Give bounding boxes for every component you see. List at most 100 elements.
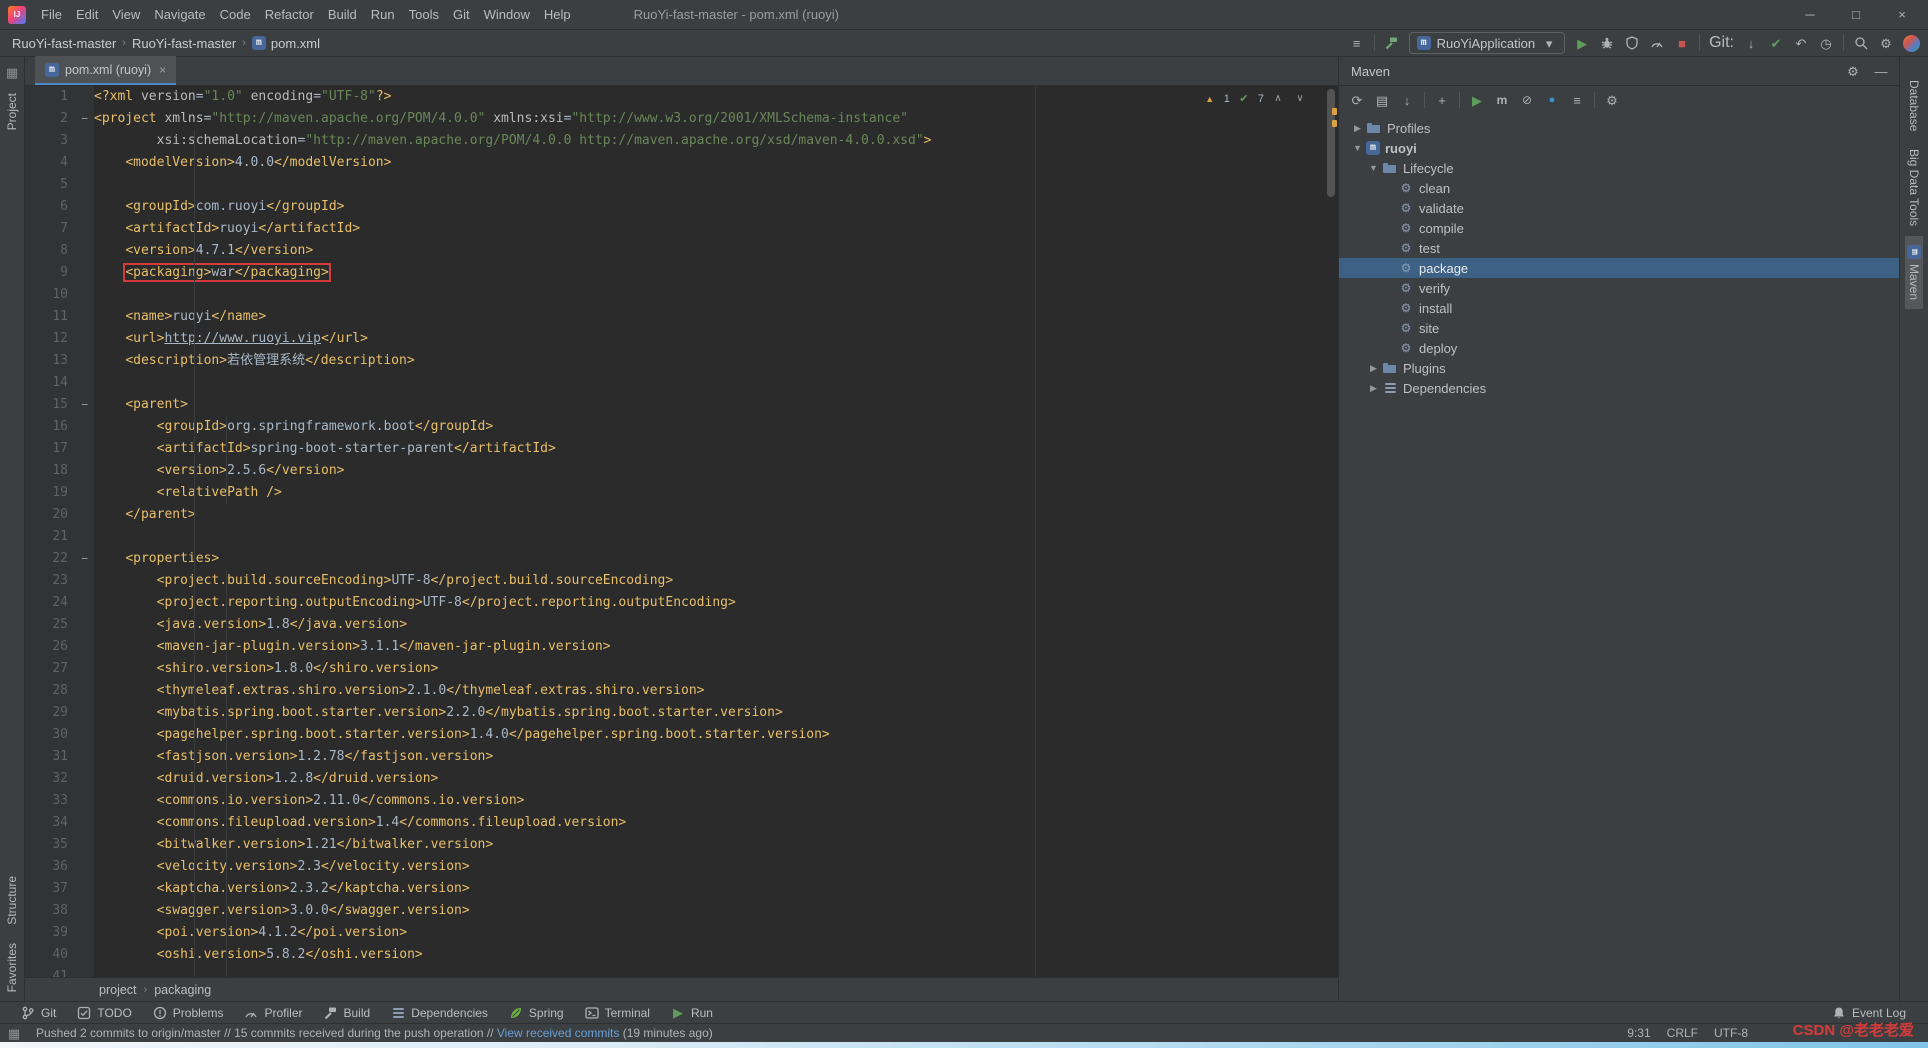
next-problem-icon[interactable]: ∨ xyxy=(1292,91,1308,107)
code-editor[interactable]: 1 2−3 4 5 6 7 8 9 10 11 12 13 14 15−16 17 18 19 20 21 22−23… xyxy=(25,86,1338,977)
code-line[interactable]: <poi.version>4.1.2</poi.version> xyxy=(94,922,1338,944)
code-line[interactable]: <url>http://www.ruoyi.vip</url> xyxy=(94,328,1338,350)
code-line[interactable]: <groupId>com.ruoyi</groupId> xyxy=(94,196,1338,218)
profiler-icon[interactable] xyxy=(1649,35,1665,51)
menu-run[interactable]: Run xyxy=(364,0,402,29)
commit-icon[interactable]: ✔ xyxy=(1768,35,1784,51)
search-everywhere-icon[interactable] xyxy=(1853,35,1869,51)
maven-node-deploy[interactable]: ⚙ deploy xyxy=(1339,338,1899,358)
menu-git[interactable]: Git xyxy=(446,0,477,29)
skip-tests-icon[interactable]: ⊘ xyxy=(1519,92,1535,108)
maven-node-validate[interactable]: ⚙ validate xyxy=(1339,198,1899,218)
file-encoding[interactable]: UTF-8 xyxy=(1714,1026,1748,1040)
stripe-toggle-icon[interactable]: ▦ xyxy=(6,1025,22,1041)
maven-node-install[interactable]: ⚙ install xyxy=(1339,298,1899,318)
code-line[interactable] xyxy=(94,284,1338,306)
code-line[interactable] xyxy=(94,174,1338,196)
tool-button-structure[interactable]: Structure xyxy=(3,867,21,934)
tool-window-button-build[interactable]: Build xyxy=(315,1002,379,1023)
fold-marker-icon[interactable]: − xyxy=(81,394,88,416)
tool-window-button-dependencies[interactable]: Dependencies xyxy=(382,1002,496,1023)
tool-window-button-spring[interactable]: Spring xyxy=(500,1002,572,1023)
breadcrumb-item-1[interactable]: RuoYi-fast-master xyxy=(12,36,116,51)
code-line[interactable]: <shiro.version>1.8.0</shiro.version> xyxy=(94,658,1338,680)
menu-code[interactable]: Code xyxy=(213,0,258,29)
tool-window-button-run[interactable]: ▶ Run xyxy=(662,1002,721,1023)
code-line[interactable]: <java.version>1.8</java.version> xyxy=(94,614,1338,636)
code-line[interactable]: <relativePath /> xyxy=(94,482,1338,504)
code-line[interactable]: <modelVersion>4.0.0</modelVersion> xyxy=(94,152,1338,174)
generate-sources-icon[interactable]: ▤ xyxy=(1374,92,1390,108)
code-line[interactable]: <description>若依管理系统</description> xyxy=(94,350,1338,372)
rollback-icon[interactable]: ↶ xyxy=(1793,35,1809,51)
code-line[interactable] xyxy=(94,526,1338,548)
build-project-icon[interactable] xyxy=(1384,35,1400,51)
code-line[interactable]: <properties> xyxy=(94,548,1338,570)
maven-node-ruoyi[interactable]: ▼ ruoyi xyxy=(1339,138,1899,158)
update-project-icon[interactable]: ↓ xyxy=(1743,35,1759,51)
menu-navigate[interactable]: Navigate xyxy=(147,0,212,29)
chevron-right-icon[interactable]: ▶ xyxy=(1349,123,1366,134)
tool-window-button-todo[interactable]: TODO xyxy=(68,1002,139,1023)
fold-marker-icon[interactable]: − xyxy=(81,108,88,130)
toggle-offline-icon[interactable]: ● xyxy=(1544,92,1560,108)
menu-window[interactable]: Window xyxy=(477,0,537,29)
reload-maven-icon[interactable]: ⟳ xyxy=(1349,92,1365,108)
code-line[interactable]: xsi:schemaLocation="http://maven.apache.… xyxy=(94,130,1338,152)
warning-stripe-mark[interactable] xyxy=(1332,120,1337,127)
menu-edit[interactable]: Edit xyxy=(69,0,105,29)
tool-window-button-profiler[interactable]: Profiler xyxy=(235,1002,310,1023)
run-with-coverage-icon[interactable] xyxy=(1624,35,1640,51)
code-line[interactable]: <name>ruoyi</name> xyxy=(94,306,1338,328)
code-line[interactable]: </parent> xyxy=(94,504,1338,526)
tool-button-project[interactable]: Project xyxy=(3,84,21,139)
code-line[interactable]: <pagehelper.spring.boot.starter.version>… xyxy=(94,724,1338,746)
close-tab-icon[interactable]: × xyxy=(159,63,166,77)
close-button[interactable]: × xyxy=(1894,7,1910,22)
code-line[interactable]: <oshi.version>5.8.2</oshi.version> xyxy=(94,944,1338,966)
maven-node-clean[interactable]: ⚙ clean xyxy=(1339,178,1899,198)
panel-settings-icon[interactable]: ⚙ xyxy=(1845,63,1861,79)
code-line[interactable] xyxy=(94,966,1338,977)
tool-window-button-problems[interactable]: Problems xyxy=(144,1002,232,1023)
maven-node-site[interactable]: ⚙ site xyxy=(1339,318,1899,338)
maven-node-package[interactable]: ⚙ package xyxy=(1339,258,1899,278)
xml-breadcrumb-project[interactable]: project xyxy=(99,983,137,997)
show-profiles-icon[interactable]: ≡ xyxy=(1569,92,1585,108)
minimize-button[interactable]: ─ xyxy=(1802,7,1818,22)
editor-tab-pom-xml[interactable]: pom.xml (ruoyi) × xyxy=(35,56,177,85)
code-line[interactable]: <packaging>war</packaging> xyxy=(94,262,1338,284)
warning-stripe-mark[interactable] xyxy=(1332,108,1337,115)
code-line[interactable]: <swagger.version>3.0.0</swagger.version> xyxy=(94,900,1338,922)
code-line[interactable]: <project xmlns="http://maven.apache.org/… xyxy=(94,108,1338,130)
maven-node-verify[interactable]: ⚙ verify xyxy=(1339,278,1899,298)
menu-build[interactable]: Build xyxy=(321,0,364,29)
code-line[interactable]: <version>2.5.6</version> xyxy=(94,460,1338,482)
maximize-button[interactable]: □ xyxy=(1848,7,1864,22)
code-line[interactable] xyxy=(94,372,1338,394)
caret-position[interactable]: 9:31 xyxy=(1627,1026,1650,1040)
prev-problem-icon[interactable]: ∧ xyxy=(1270,91,1286,107)
code-line[interactable]: <commons.fileupload.version>1.4</commons… xyxy=(94,812,1338,834)
menu-help[interactable]: Help xyxy=(537,0,578,29)
execute-maven-goal-icon[interactable]: m xyxy=(1494,92,1510,108)
tool-button-big-data-tools[interactable]: Big Data Tools xyxy=(1905,140,1923,235)
code-line[interactable]: <fastjson.version>1.2.78</fastjson.versi… xyxy=(94,746,1338,768)
tool-window-button-git[interactable]: Git xyxy=(12,1002,64,1023)
maven-settings-icon[interactable]: ⚙ xyxy=(1604,92,1620,108)
code-line[interactable]: <project.reporting.outputEncoding>UTF-8<… xyxy=(94,592,1338,614)
tool-button-favorites[interactable]: Favorites xyxy=(3,934,21,1001)
tool-button-database[interactable]: Database xyxy=(1905,71,1923,140)
menu-refactor[interactable]: Refactor xyxy=(258,0,321,29)
chevron-right-icon[interactable]: ▶ xyxy=(1365,363,1382,374)
run-maven-build-icon[interactable]: ▶ xyxy=(1469,92,1485,108)
menu-view[interactable]: View xyxy=(105,0,147,29)
code-line[interactable]: <mybatis.spring.boot.starter.version>2.2… xyxy=(94,702,1338,724)
inspections-widget[interactable]: ▲ 1 ✔ 7 ∧ ∨ xyxy=(1197,90,1312,108)
show-history-icon[interactable]: ◷ xyxy=(1818,35,1834,51)
download-sources-icon[interactable]: ↓ xyxy=(1399,92,1415,108)
settings-icon[interactable]: ⚙ xyxy=(1878,35,1894,51)
xml-breadcrumb-packaging[interactable]: packaging xyxy=(154,983,211,997)
view-received-commits-link[interactable]: View received commits xyxy=(497,1026,619,1040)
chevron-right-icon[interactable]: ▶ xyxy=(1365,383,1382,394)
